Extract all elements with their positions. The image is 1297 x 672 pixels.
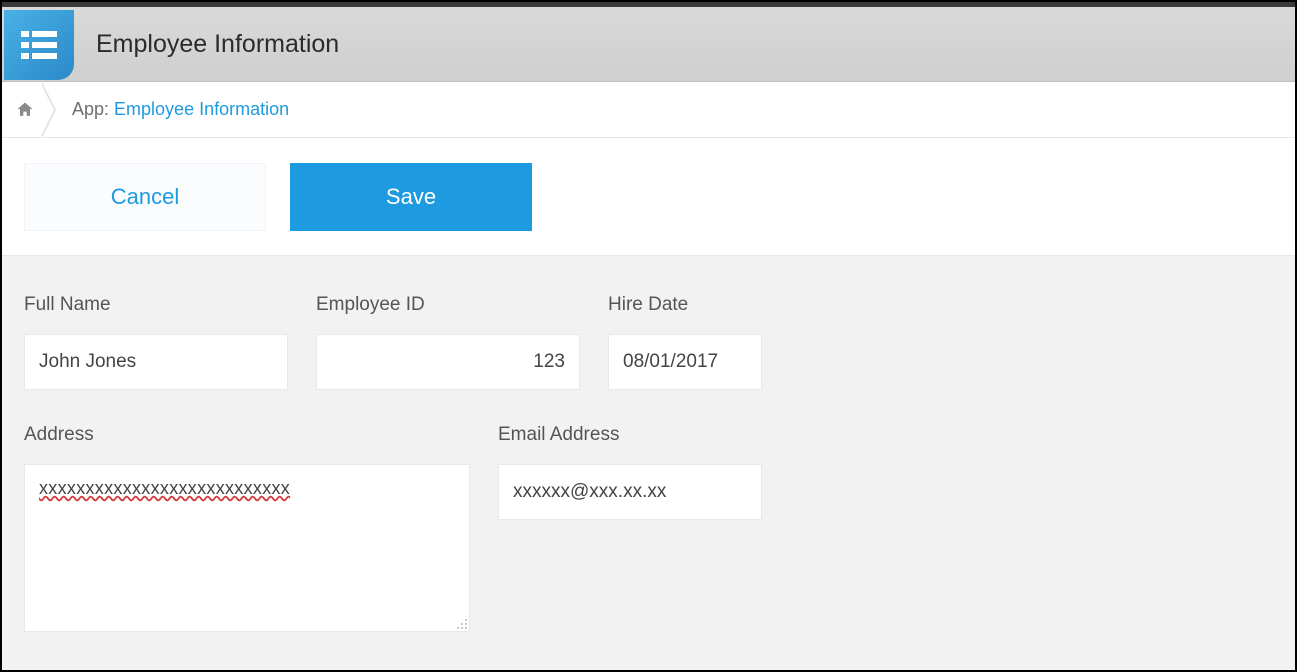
address-label: Address	[24, 424, 470, 446]
list-icon	[17, 23, 61, 67]
home-icon[interactable]	[14, 99, 36, 121]
breadcrumb-separator-icon	[42, 82, 62, 138]
address-input-wrap: xxxxxxxxxxxxxxxxxxxxxxxxxxx	[24, 464, 470, 632]
employee-id-label: Employee ID	[316, 294, 580, 316]
app-icon[interactable]	[4, 10, 74, 80]
email-input[interactable]	[498, 464, 762, 520]
breadcrumb-prefix: App:	[72, 99, 114, 119]
field-email: Email Address	[498, 424, 762, 632]
field-hire-date: Hire Date	[608, 294, 762, 390]
field-employee-id: Employee ID	[316, 294, 580, 390]
cancel-button[interactable]: Cancel	[24, 163, 266, 231]
full-name-input[interactable]	[24, 334, 288, 390]
hire-date-input[interactable]	[608, 334, 762, 390]
hire-date-label: Hire Date	[608, 294, 762, 316]
address-input[interactable]	[24, 464, 470, 632]
employee-id-input[interactable]	[316, 334, 580, 390]
page-title: Employee Information	[96, 30, 339, 59]
resize-handle-icon[interactable]	[454, 616, 468, 630]
form-row-1: Full Name Employee ID Hire Date	[24, 294, 1273, 390]
save-button[interactable]: Save	[290, 163, 532, 231]
form-area: Full Name Employee ID Hire Date Address …	[2, 256, 1295, 670]
breadcrumb: App: Employee Information	[2, 82, 1295, 138]
breadcrumb-link[interactable]: Employee Information	[114, 99, 289, 119]
field-full-name: Full Name	[24, 294, 288, 390]
breadcrumb-text: App: Employee Information	[72, 99, 289, 120]
email-label: Email Address	[498, 424, 762, 446]
action-bar: Cancel Save	[2, 138, 1295, 256]
field-address: Address xxxxxxxxxxxxxxxxxxxxxxxxxxx	[24, 424, 470, 632]
app-frame: Employee Information App: Employee Infor…	[0, 0, 1297, 672]
app-header: Employee Information	[2, 7, 1295, 82]
full-name-label: Full Name	[24, 294, 288, 316]
form-row-2: Address xxxxxxxxxxxxxxxxxxxxxxxxxxx	[24, 424, 1273, 632]
